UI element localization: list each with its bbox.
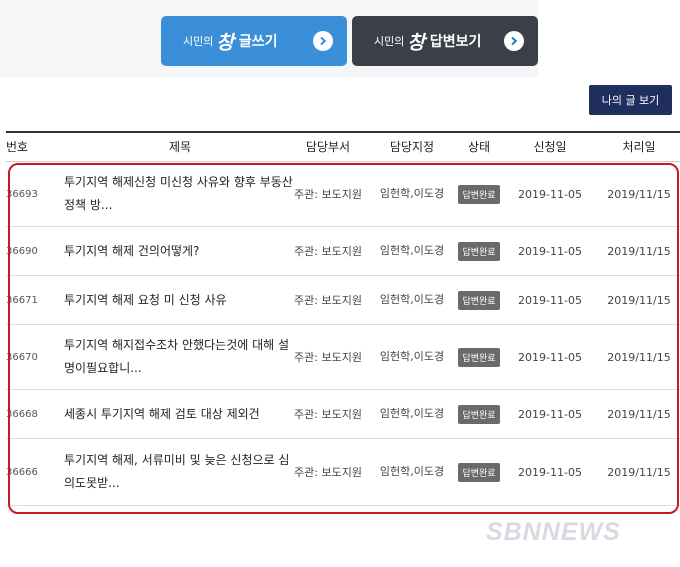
post-processed-date: 2019/11/15 (607, 350, 671, 364)
post-department: 주관: 보도지원 (294, 294, 362, 307)
write-tab-prefix: 시민의 (183, 35, 214, 48)
write-tab-label: 글쓰기 (238, 34, 278, 50)
post-requested-date: 2019-11-05 (518, 187, 582, 201)
write-post-button[interactable]: 시민의 창 글쓰기 (161, 16, 347, 66)
chevron-right-icon (313, 31, 333, 51)
post-processed-date: 2019/11/15 (607, 293, 671, 307)
post-staff: 임헌학,이도경 (379, 187, 445, 200)
post-staff: 임헌학,이도경 (379, 350, 445, 363)
post-title-link[interactable]: 투기지역 해제 건의어떻게? (64, 227, 296, 275)
table-body: 36693 투기지역 해제신청 미신청 사유와 향후 부동산 정책 방... 주관:… (6, 162, 680, 506)
status-badge: 답변완료 (458, 184, 500, 204)
answer-tab-prefix: 시민의 (374, 35, 405, 48)
post-staff: 임헌학,이도경 (379, 244, 445, 257)
post-number: 36693 (6, 188, 38, 200)
post-status: 답변완료 (449, 325, 509, 389)
header-processed: 처리일 (622, 140, 656, 154)
post-title-link[interactable]: 투기지역 해제신청 미신청 사유와 향후 부동산 정책 방... (64, 162, 296, 226)
post-processed-date: 2019/11/15 (607, 407, 671, 421)
header-status: 상태 (467, 140, 491, 154)
post-number: 36666 (6, 466, 38, 478)
post-number: 36671 (6, 294, 38, 306)
post-status: 답변완료 (449, 439, 509, 505)
post-department: 주관: 보도지원 (294, 351, 362, 364)
status-badge: 답변완료 (458, 462, 500, 482)
post-status: 답변완료 (449, 390, 509, 438)
post-department: 주관: 보도지원 (294, 466, 362, 479)
post-requested-date: 2019-11-05 (518, 407, 582, 421)
status-badge: 답변완료 (458, 404, 500, 424)
post-title-link[interactable]: 투기지역 해지접수조차 안했다는것에 대해 설명이필요합니... (64, 325, 296, 389)
post-staff: 임헌학,이도경 (379, 293, 445, 306)
table-row[interactable]: 36670 투기지역 해지접수조차 안했다는것에 대해 설명이필요합니... 주관:… (6, 325, 680, 390)
post-status: 답변완료 (449, 227, 509, 275)
chevron-right-icon (504, 31, 524, 51)
post-processed-date: 2019/11/15 (607, 465, 671, 479)
post-number: 36668 (6, 408, 38, 420)
post-processed-date: 2019/11/15 (607, 244, 671, 258)
post-requested-date: 2019-11-05 (518, 244, 582, 258)
header-dept: 담당부서 (305, 140, 351, 154)
status-badge: 답변완료 (458, 347, 500, 367)
table-row[interactable]: 36668 세종시 투기지역 해제 검토 대상 제외건 주관: 보도지원 임헌학,이도… (6, 390, 680, 439)
table-row[interactable]: 36693 투기지역 해제신청 미신청 사유와 향후 부동산 정책 방... 주관:… (6, 162, 680, 227)
status-badge: 답변완료 (458, 290, 500, 310)
header-requested: 신청일 (533, 140, 567, 154)
header-staff: 담당지정 (389, 140, 435, 154)
window-logo: 창 (216, 31, 234, 54)
header-num: 번호 (6, 140, 29, 154)
table-row[interactable]: 36690 투기지역 해제 건의어떻게? 주관: 보도지원 임헌학,이도경 답변완료 20… (6, 227, 680, 276)
post-status: 답변완료 (449, 276, 509, 324)
post-title-link[interactable]: 세종시 투기지역 해제 검토 대상 제외건 (64, 390, 296, 438)
post-status: 답변완료 (449, 162, 509, 226)
window-logo: 창 (407, 31, 425, 54)
status-badge: 답변완료 (458, 241, 500, 261)
post-title-link[interactable]: 투기지역 해제 요청 미 신청 사유 (64, 276, 296, 324)
post-department: 주관: 보도지원 (294, 245, 362, 258)
post-department: 주관: 보도지원 (294, 408, 362, 421)
table-row[interactable]: 36666 투기지역 해제, 서류미비 및 늦은 신청으로 심의도못받... 주관:… (6, 439, 680, 506)
post-processed-date: 2019/11/15 (607, 187, 671, 201)
post-requested-date: 2019-11-05 (518, 465, 582, 479)
post-staff: 임헌학,이도경 (379, 465, 445, 478)
table-row[interactable]: 36671 투기지역 해제 요청 미 신청 사유 주관: 보도지원 임헌학,이도경 답변… (6, 276, 680, 325)
post-number: 36670 (6, 351, 38, 363)
post-requested-date: 2019-11-05 (518, 350, 582, 364)
post-requested-date: 2019-11-05 (518, 293, 582, 307)
posts-table: 번호 제목 담당부서 담당지정 상태 신청일 처리일 36693 투기지역 해제신… (6, 131, 680, 506)
post-title-link[interactable]: 투기지역 해제, 서류미비 및 늦은 신청으로 심의도못받... (64, 439, 296, 505)
post-number: 36690 (6, 245, 38, 257)
table-header: 번호 제목 담당부서 담당지정 상태 신청일 처리일 (6, 131, 680, 162)
view-answers-button[interactable]: 시민의 창 답변보기 (352, 16, 538, 66)
header-title: 제목 (168, 140, 192, 154)
watermark: SBNNEWS (486, 518, 621, 546)
post-staff: 임헌학,이도경 (379, 407, 445, 420)
answer-tab-label: 답변보기 (429, 34, 482, 50)
post-department: 주관: 보도지원 (294, 188, 362, 201)
my-posts-button[interactable]: 나의 글 보기 (589, 85, 672, 115)
